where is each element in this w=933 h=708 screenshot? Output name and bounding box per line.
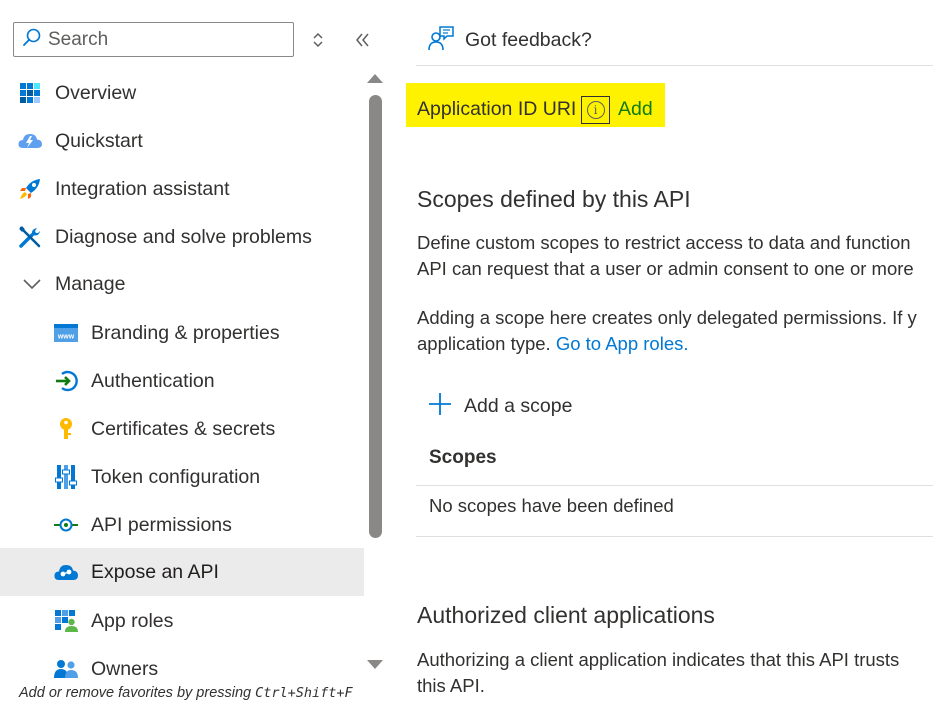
authorized-clients-description-line2: this API. <box>417 675 485 696</box>
sidebar-item-label: API permissions <box>91 513 232 536</box>
sidebar-item-label: Overview <box>55 81 137 104</box>
chevron-down-icon <box>19 271 45 297</box>
svg-text:www: www <box>57 334 75 341</box>
sidebar-item-label: Integration assistant <box>55 177 230 200</box>
app-id-uri-label: Application ID URI <box>417 98 577 120</box>
search-box[interactable] <box>13 22 294 57</box>
signin-icon <box>53 368 79 394</box>
sort-toggle-button[interactable] <box>309 29 327 51</box>
sidebar-item-authentication[interactable]: Authentication <box>0 357 364 405</box>
key-icon <box>53 416 79 442</box>
sidebar-item-label: Branding & properties <box>91 321 280 344</box>
app-id-add-link[interactable]: Add <box>618 98 653 121</box>
sidebar-item-label: Certificates & secrets <box>91 417 276 440</box>
add-scope-label: Add a scope <box>464 395 573 417</box>
sort-chevrons-icon <box>313 32 323 48</box>
favorites-hint-text: Add or remove favorites by pressing <box>19 685 256 701</box>
sidebar-item-label: Diagnose and solve problems <box>55 225 312 248</box>
scroll-up-arrow-icon[interactable] <box>367 74 383 83</box>
sidebar-item-label: App roles <box>91 609 174 632</box>
info-icon: i <box>586 101 605 119</box>
sidebar-group-manage[interactable]: Manage <box>0 260 364 308</box>
search-input[interactable] <box>48 28 268 51</box>
table-bottom-divider <box>416 536 933 537</box>
favorites-hint-shortcut: Ctrl+Shift+F <box>255 685 353 701</box>
authorized-clients-heading: Authorized client applications <box>417 602 715 628</box>
sidebar-item-certificates[interactable]: Certificates & secrets <box>0 405 364 453</box>
app-id-info-button[interactable]: i <box>581 96 610 124</box>
authorized-clients-description-line1: Authorizing a client application indicat… <box>417 649 900 670</box>
toolbar-divider <box>416 65 933 66</box>
grid-icon <box>17 80 43 106</box>
sidebar-item-expose-an-api[interactable]: Expose an API <box>0 548 364 596</box>
api-permissions-icon <box>53 512 79 538</box>
feedback-person-icon <box>428 25 454 56</box>
scopes-note-line2-text: application type. <box>417 333 556 354</box>
sidebar-item-label: Authentication <box>91 369 215 392</box>
sidebar-item-token-configuration[interactable]: Token configuration <box>0 453 364 501</box>
sidebar-item-quickstart[interactable]: Quickstart <box>0 117 364 165</box>
favorites-hint: Add or remove favorites by pressing Ctrl… <box>19 685 353 701</box>
app-roles-icon <box>53 608 79 634</box>
sidebar-item-label: Expose an API <box>91 560 219 583</box>
sidebar-item-branding[interactable]: www Branding & properties <box>0 309 364 357</box>
scopes-heading: Scopes defined by this API <box>417 186 691 212</box>
sidebar-item-diagnose[interactable]: Diagnose and solve problems <box>0 213 364 261</box>
sidebar-item-label: Quickstart <box>55 129 143 152</box>
sidebar-item-label: Owners <box>91 657 159 680</box>
people-icon <box>53 656 79 682</box>
plus-icon <box>428 392 452 421</box>
go-to-app-roles-link[interactable]: Go to App roles. <box>556 333 689 354</box>
feedback-button[interactable]: Got feedback? <box>428 25 592 56</box>
scopes-note-line1: Adding a scope here creates only delegat… <box>417 307 917 328</box>
scopes-note-line2: application type. Go to App roles. <box>417 331 689 357</box>
scroll-down-arrow-icon[interactable] <box>367 660 383 669</box>
scopes-description-line2: API can request that a user or admin con… <box>417 258 914 279</box>
sidebar-item-label: Token configuration <box>91 465 261 488</box>
sidebar-group-label: Manage <box>55 272 126 295</box>
wrench-icon <box>17 224 43 250</box>
scopes-description-line1: Define custom scopes to restrict access … <box>417 232 911 253</box>
sidebar-item-app-roles[interactable]: App roles <box>0 597 364 645</box>
add-scope-button[interactable]: Add a scope <box>428 392 572 421</box>
scopes-table-header: Scopes <box>429 447 497 468</box>
token-bars-icon <box>53 464 79 490</box>
rocket-icon <box>17 176 43 202</box>
double-chevron-left-icon <box>356 33 369 47</box>
sidebar-item-overview[interactable]: Overview <box>0 69 364 117</box>
sidebar-item-integration-assistant[interactable]: Integration assistant <box>0 165 364 213</box>
feedback-label: Got feedback? <box>465 29 592 51</box>
sidebar-item-api-permissions[interactable]: API permissions <box>0 501 364 549</box>
scopes-empty-message: No scopes have been defined <box>429 495 674 516</box>
scroll-thumb[interactable] <box>369 95 382 538</box>
cloud-api-icon <box>53 559 79 585</box>
www-icon: www <box>53 320 79 346</box>
search-icon <box>22 27 42 52</box>
collapse-menu-button[interactable] <box>353 29 373 51</box>
cloud-bolt-icon <box>17 128 43 154</box>
table-header-divider <box>416 485 933 486</box>
